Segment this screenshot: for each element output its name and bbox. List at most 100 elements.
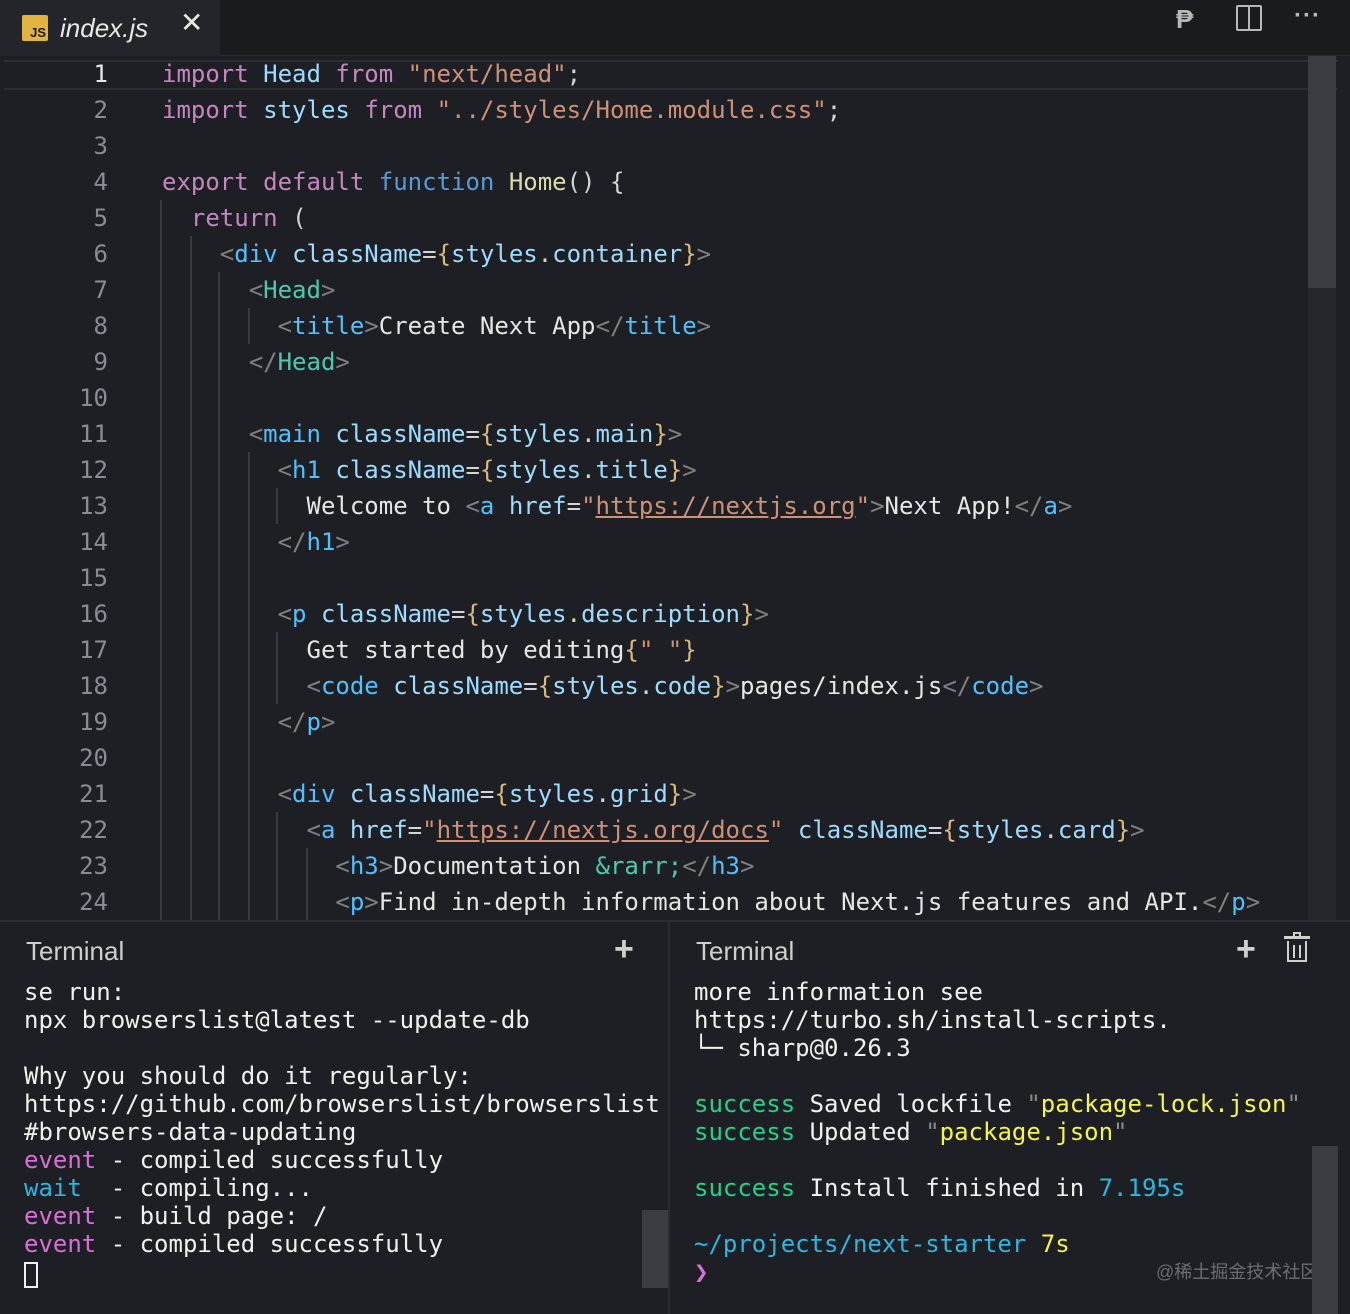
terminal-text: - compiled successfully [96, 1230, 444, 1258]
code-line: 1 import Head from "next/head"; [0, 56, 1310, 92]
code-line: 3 [0, 128, 1310, 164]
line-number: 2 [93, 96, 108, 124]
terminal-line: ~/projects/next-starter 7s [694, 1230, 1070, 1258]
code-text: return ( [190, 204, 307, 232]
line-number: 20 [79, 744, 108, 772]
terminal-line: success Updated "package.json" [694, 1118, 1128, 1146]
tab-title: index.js [60, 12, 149, 43]
terminal-text: " [1026, 1090, 1041, 1118]
terminal-text: package-lock.json [1040, 1090, 1287, 1118]
code-line: 23 <h3>Documentation &rarr;</h3> [0, 848, 1310, 884]
code-line: 2 import styles from "../styles/Home.modu… [0, 92, 1310, 128]
terminal-scrollbar-thumb[interactable] [1312, 1146, 1338, 1314]
line-number: 11 [79, 420, 108, 448]
terminal-line: https://turbo.sh/install-scripts. [694, 1006, 1171, 1034]
split-editor-icon[interactable] [1236, 5, 1262, 31]
terminal-text: event [24, 1230, 97, 1258]
terminal-line: event - compiled successfully [24, 1230, 443, 1258]
terminal-scrollbar-thumb[interactable] [642, 1210, 668, 1288]
code-line: 8 <title>Create Next App</title> [0, 308, 1310, 344]
code-text: <title>Create Next App</title> [277, 312, 712, 340]
code-text: <h3>Documentation &rarr;</h3> [335, 852, 755, 880]
code-text: <a href="https://nextjs.org/docs" classN… [306, 816, 1145, 844]
terminal-text: Updated [795, 1118, 926, 1146]
line-number: 22 [79, 816, 108, 844]
code-line: 15 [0, 560, 1310, 596]
terminal-line: └─ sharp@0.26.3 [694, 1034, 911, 1062]
code-text: <h1 className={styles.title}> [277, 456, 697, 484]
line-number: 6 [93, 240, 108, 268]
more-actions-icon[interactable]: ··· [1294, 2, 1321, 30]
terminal-text: success [694, 1174, 796, 1202]
terminal-title: Terminal [26, 936, 125, 966]
line-number: 17 [79, 636, 108, 664]
code-text: export default function Home() { [162, 168, 625, 196]
line-number: 15 [79, 564, 108, 592]
terminal-line: wait - compiling... [24, 1174, 313, 1202]
terminal-text: ~/projects/next-starter [694, 1230, 1027, 1258]
add-terminal-icon[interactable]: + [614, 930, 634, 969]
terminal-line: npx browserslist@latest --update-db [24, 1006, 530, 1034]
code-text: import Head from "next/head"; [162, 60, 582, 88]
code-text: <code className={styles.code}>pages/inde… [306, 672, 1044, 700]
line-number: 24 [79, 888, 108, 916]
code-line: 17 Get started by editing{" "} [0, 632, 1310, 668]
code-line: 22 <a href="https://nextjs.org/docs" cla… [0, 812, 1310, 848]
add-terminal-icon[interactable]: + [1236, 930, 1256, 969]
code-line: 19 </p> [0, 704, 1310, 740]
line-number: 19 [79, 708, 108, 736]
terminal-text: Saved lockfile [795, 1090, 1027, 1118]
terminal-line: https://github.com/browserslist/browsers… [24, 1090, 660, 1118]
code-line: 4 export default function Home() { [0, 164, 1310, 200]
code-line: 7 <Head> [0, 272, 1310, 308]
code-line: 20 [0, 740, 1310, 776]
code-editor[interactable]: 1 import Head from "next/head"; 2 import s… [0, 56, 1350, 920]
line-number: 7 [93, 276, 108, 304]
line-number: 5 [93, 204, 108, 232]
terminal-cursor [24, 1262, 38, 1288]
terminal-text: event [24, 1202, 97, 1230]
code-text: import styles from "../styles/Home.modul… [162, 96, 842, 124]
editor-scrollbar-thumb[interactable] [1308, 56, 1336, 288]
terminal-line: Why you should do it regularly: [24, 1062, 472, 1090]
preview-icon[interactable]: ₱ [1176, 4, 1193, 35]
terminal-text: Why you should do it regularly: [24, 1062, 472, 1090]
code-text: Get started by editing{" "} [306, 636, 697, 664]
code-line: 11 <main className={styles.main}> [0, 416, 1310, 452]
terminal-text: wait [24, 1174, 82, 1202]
trash-icon[interactable] [1284, 932, 1310, 962]
close-icon[interactable]: ✕ [180, 6, 203, 39]
code-text: </h1> [277, 528, 350, 556]
terminal-text: " [1286, 1090, 1301, 1118]
javascript-file-icon: JS [22, 15, 48, 41]
line-number: 10 [79, 384, 108, 412]
tab-index-js[interactable]: JS index.js ✕ [0, 0, 220, 56]
editor-tab-bar: JS index.js ✕ ₱ ··· [0, 0, 1350, 56]
code-text: <div className={styles.grid}> [277, 780, 697, 808]
line-number: 4 [93, 168, 108, 196]
code-line: 24 <p>Find in-depth information about Ne… [0, 884, 1310, 920]
code-text: <p className={styles.description}> [277, 600, 769, 628]
line-number: 18 [79, 672, 108, 700]
line-number: 12 [79, 456, 108, 484]
terminal-line: event - compiled successfully [24, 1146, 443, 1174]
terminal-text: event [24, 1146, 97, 1174]
code-line: 9 </Head> [0, 344, 1310, 380]
terminal-line: success Saved lockfile "package-lock.jso… [694, 1090, 1301, 1118]
line-number: 16 [79, 600, 108, 628]
terminal-title: Terminal [696, 936, 795, 966]
terminal-panel-right[interactable]: Terminal + more information see https://t… [670, 922, 1350, 1314]
line-number: 1 [93, 60, 108, 88]
terminal-text: Install finished in [795, 1174, 1099, 1202]
code-line: 12 <h1 className={styles.title}> [0, 452, 1310, 488]
line-number: 23 [79, 852, 108, 880]
terminal-panel-left[interactable]: Terminal + se run: npx browserslist@lates… [0, 922, 668, 1314]
terminal-text: npx browserslist@latest --update-db [24, 1006, 530, 1034]
terminal-text: - compiling... [81, 1174, 313, 1202]
code-line: 13 Welcome to <a href="https://nextjs.or… [0, 488, 1310, 524]
terminal-text: - build page: / [96, 1202, 328, 1230]
terminal-text: #browsers-data-updating [24, 1118, 357, 1146]
terminal-text: success [694, 1090, 796, 1118]
terminal-text: 7.195s [1098, 1174, 1186, 1202]
code-line: 16 <p className={styles.description}> [0, 596, 1310, 632]
